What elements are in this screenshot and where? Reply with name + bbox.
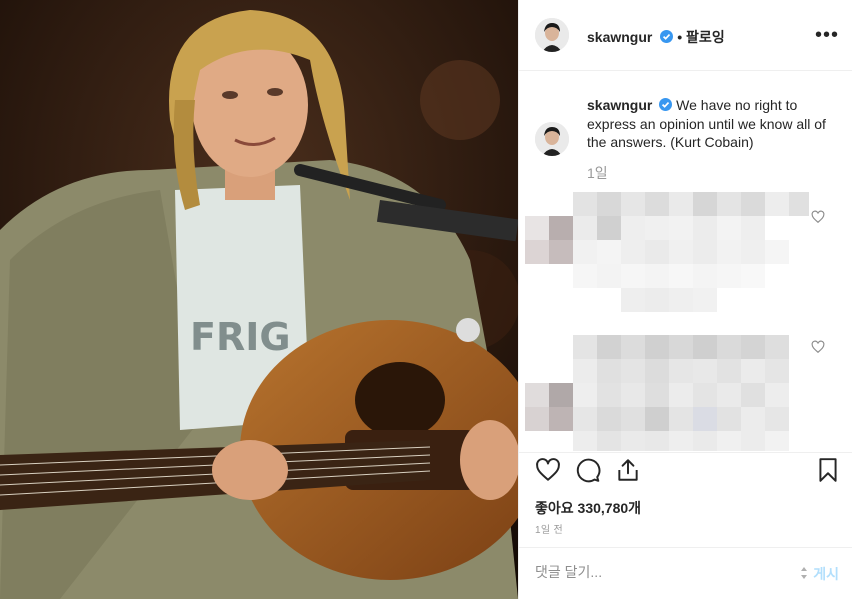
following-button[interactable]: • 팔로잉 (677, 29, 724, 45)
caption-age[interactable]: 1일 (587, 163, 608, 183)
bookmark-icon[interactable] (815, 457, 841, 483)
header-user-row: skawngur • 팔로잉 (587, 27, 725, 47)
post-image-illustration: FRIG (0, 0, 518, 599)
post-detail-panel: skawngur • 팔로잉 ••• skawngur We have no r… (518, 0, 852, 599)
verified-badge-icon (659, 98, 673, 111)
blurred-comment (525, 335, 789, 451)
post-timestamp[interactable]: 1일 전 (535, 521, 563, 536)
post-caption: skawngur We have no right to express an … (587, 96, 827, 152)
svg-text:FRIG: FRIG (190, 315, 291, 359)
likes-count[interactable]: 좋아요 330,780개 (535, 498, 641, 518)
more-options-icon[interactable]: ••• (815, 24, 839, 47)
share-icon[interactable] (615, 457, 641, 483)
blurred-comment (525, 192, 809, 312)
post-photo[interactable]: FRIG (0, 0, 518, 599)
post-header: skawngur • 팔로잉 ••• (519, 0, 852, 71)
caption-username[interactable]: skawngur (587, 97, 652, 113)
heart-icon[interactable] (535, 457, 561, 483)
post-comment-button[interactable]: 게시 (813, 564, 839, 584)
comment-like-heart-icon[interactable] (811, 340, 825, 354)
avatar[interactable] (535, 18, 569, 52)
post-actions (519, 452, 852, 492)
comment-icon[interactable] (575, 457, 601, 483)
caption-avatar-image (535, 122, 569, 156)
comment-input[interactable] (535, 564, 785, 580)
header-username[interactable]: skawngur (587, 29, 652, 45)
avatar-image (535, 18, 569, 52)
spinner-arrows-icon (801, 567, 807, 579)
comment-like-heart-icon[interactable] (811, 210, 825, 224)
caption-avatar[interactable] (535, 122, 569, 156)
comment-bar: 게시 (519, 547, 852, 599)
verified-badge-icon (659, 30, 673, 43)
